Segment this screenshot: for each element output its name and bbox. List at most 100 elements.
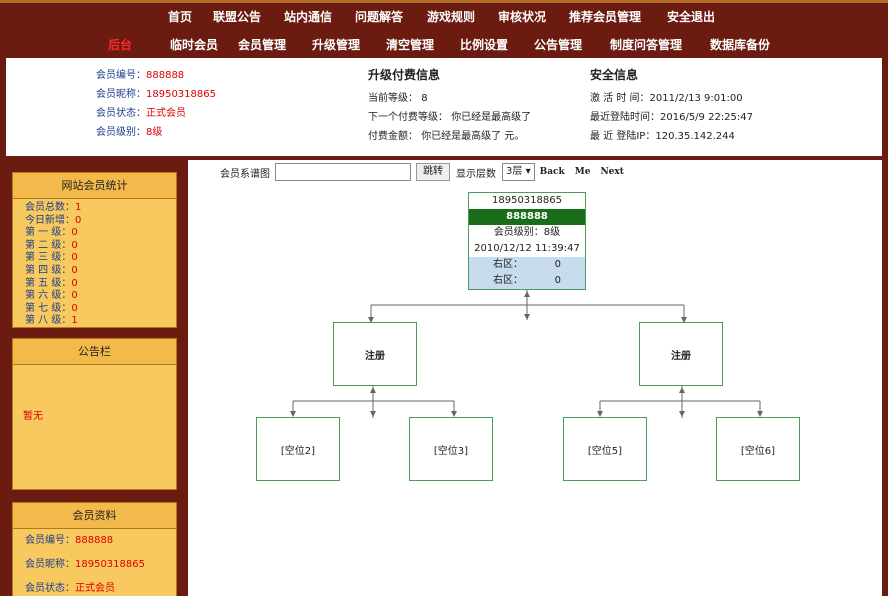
member-stats-title: 网站会员统计: [13, 173, 176, 199]
nav-upgrade-management[interactable]: 升级管理: [312, 36, 360, 53]
next-link[interactable]: Next: [600, 167, 623, 177]
stat-row: 第 三 级：0: [25, 252, 176, 265]
nav-clear-management[interactable]: 清空管理: [386, 36, 434, 53]
nav-admin-home[interactable]: 后台: [108, 36, 132, 53]
nav-home[interactable]: 首页: [168, 8, 192, 25]
back-link[interactable]: Back: [540, 167, 565, 177]
profile-label: 会员昵称：: [25, 559, 75, 570]
root-member-id: 888888: [469, 209, 585, 225]
stat-row: 会员总数：1: [25, 202, 176, 215]
stat-label: 第 五 级：: [25, 277, 72, 289]
nav-member-management[interactable]: 会员管理: [238, 36, 286, 53]
member-id-value: 888888: [146, 70, 185, 81]
notice-title: 公告栏: [13, 339, 176, 365]
notice-panel: 公告栏 暂无: [12, 338, 177, 490]
nav-faq[interactable]: 问题解答: [355, 8, 403, 25]
stat-label: 今日新增：: [25, 214, 75, 226]
profile-row: 会员昵称：18950318865: [13, 553, 176, 577]
root-right-area-1: 右区： 0: [469, 257, 585, 273]
member-status-value: 正式会员: [146, 108, 186, 119]
genealogy-toolbar: 会员系谱图 跳转 显示层数 3层 ▾ Back Me Next: [220, 162, 634, 182]
stat-row: 第 二 级：0: [25, 240, 176, 253]
depth-label: 显示层数: [456, 168, 496, 180]
fee-label: 付费金额：: [368, 131, 418, 142]
activate-time-value: 2011/2/13 9:01:00: [649, 93, 743, 104]
member-profile-panel: 会员资料 会员编号：888888 会员昵称：18950318865 会员状态：正式会…: [12, 502, 177, 596]
nav-temp-members[interactable]: 临时会员: [170, 36, 218, 53]
last-ip-label: 最 近 登陆IP：: [590, 131, 656, 142]
stat-value: 0: [75, 214, 82, 226]
nav-referral-management[interactable]: 推荐会员管理: [569, 8, 641, 25]
nav-announcements[interactable]: 联盟公告: [213, 8, 261, 25]
empty-slot-2[interactable]: [空位2]: [256, 417, 340, 481]
notice-empty-text: 暂无: [23, 411, 43, 422]
root-member-level: 会员级别：8级: [493, 227, 561, 238]
stat-row: 第 四 级：0: [25, 265, 176, 278]
upgrade-fee-title: 升级付费信息: [368, 68, 441, 82]
right-area-label: 右区：: [493, 259, 523, 270]
top-header: 首页 联盟公告 站内通信 问题解答 游戏规则 审核状况 推荐会员管理 安全退出 …: [0, 0, 888, 58]
right-frame-border: [882, 160, 888, 596]
right-area-value: 0: [554, 259, 561, 270]
nav-qa-management[interactable]: 制度问答管理: [610, 36, 682, 53]
stat-row: 第 八 级：1: [25, 315, 176, 328]
empty-slot-6[interactable]: [空位6]: [716, 417, 800, 481]
next-level-label: 下一个付费等级：: [368, 112, 448, 123]
stat-label: 第 六 级：: [25, 290, 72, 302]
member-stats-panel: 网站会员统计 会员总数：1 今日新增：0 第 一 级：0 第 二 级：0 第 三 级：0…: [12, 172, 177, 328]
member-nick-value: 18950318865: [146, 89, 216, 100]
nav-rules[interactable]: 游戏规则: [427, 8, 475, 25]
chevron-down-icon: ▾: [525, 166, 531, 177]
profile-row: 会员状态：正式会员: [13, 577, 176, 596]
stat-row: 第 五 级：0: [25, 278, 176, 291]
stat-row: 今日新增：0: [25, 215, 176, 228]
nav-db-backup[interactable]: 数据库备份: [710, 36, 770, 53]
root-member-time: 2010/12/12 11:39:47: [474, 243, 580, 254]
nav-ratio-settings[interactable]: 比例设置: [460, 36, 508, 53]
root-member-card[interactable]: 18950318865 888888 会员级别：8级 2010/12/12 11…: [468, 192, 586, 290]
stat-value: 1: [71, 315, 78, 327]
member-id-label: 会员编号：: [96, 70, 146, 81]
stat-label: 第 三 级：: [25, 252, 72, 264]
left-child-register[interactable]: 注册: [333, 322, 417, 386]
member-search-input[interactable]: [275, 163, 411, 181]
stat-label: 第 七 级：: [25, 302, 72, 314]
security-info-title: 安全信息: [590, 68, 639, 82]
right-child-register[interactable]: 注册: [639, 322, 723, 386]
next-level-value: 你已经是最高级了: [451, 112, 532, 123]
me-link[interactable]: Me: [575, 167, 591, 177]
jump-button[interactable]: 跳转: [416, 163, 450, 181]
stat-row: 第 一 级：0: [25, 227, 176, 240]
nav-review-status[interactable]: 审核状况: [498, 8, 546, 25]
right-area-value: 0: [554, 275, 561, 286]
genealogy-label: 会员系谱图: [220, 168, 270, 180]
depth-select-value: 3层: [506, 166, 523, 177]
nav-messages[interactable]: 站内通信: [284, 8, 332, 25]
upgrade-fee-info: 升级付费信息 当前等级： 8 下一个付费等级： 你已经是最高级了 付费金额： 你…: [368, 66, 531, 146]
stat-row: 第 七 级：0: [25, 303, 176, 316]
current-level-value: 8: [421, 93, 428, 104]
stat-value: 1: [75, 202, 82, 213]
stat-value: 0: [71, 239, 78, 251]
depth-select[interactable]: 3层 ▾: [502, 163, 535, 181]
stat-value: 0: [71, 277, 78, 289]
profile-value: 18950318865: [75, 559, 145, 570]
member-nick-label: 会员昵称：: [96, 89, 146, 100]
root-right-area-2: 右区： 0: [469, 273, 585, 289]
empty-slot-3[interactable]: [空位3]: [409, 417, 493, 481]
stat-row: 第 六 级：0: [25, 290, 176, 303]
profile-label: 会员编号：: [25, 535, 75, 546]
empty-slot-5[interactable]: [空位5]: [563, 417, 647, 481]
member-summary: 会员编号：888888 会员昵称：18950318865 会员状态：正式会员 会…: [96, 66, 216, 142]
stat-value: 0: [71, 252, 78, 264]
stat-label: 第 二 级：: [25, 239, 72, 251]
stat-value: 0: [71, 227, 78, 239]
member-level-value: 8级: [146, 127, 163, 138]
security-info: 安全信息 激 活 时 间：2011/2/13 9:01:00 最近登陆时间：20…: [590, 66, 753, 146]
nav-logout[interactable]: 安全退出: [667, 8, 715, 25]
stat-label: 会员总数：: [25, 202, 75, 213]
stat-label: 第 四 级：: [25, 264, 72, 276]
member-profile-title: 会员资料: [13, 503, 176, 529]
nav-notice-management[interactable]: 公告管理: [534, 36, 582, 53]
profile-label: 会员状态：: [25, 583, 75, 594]
